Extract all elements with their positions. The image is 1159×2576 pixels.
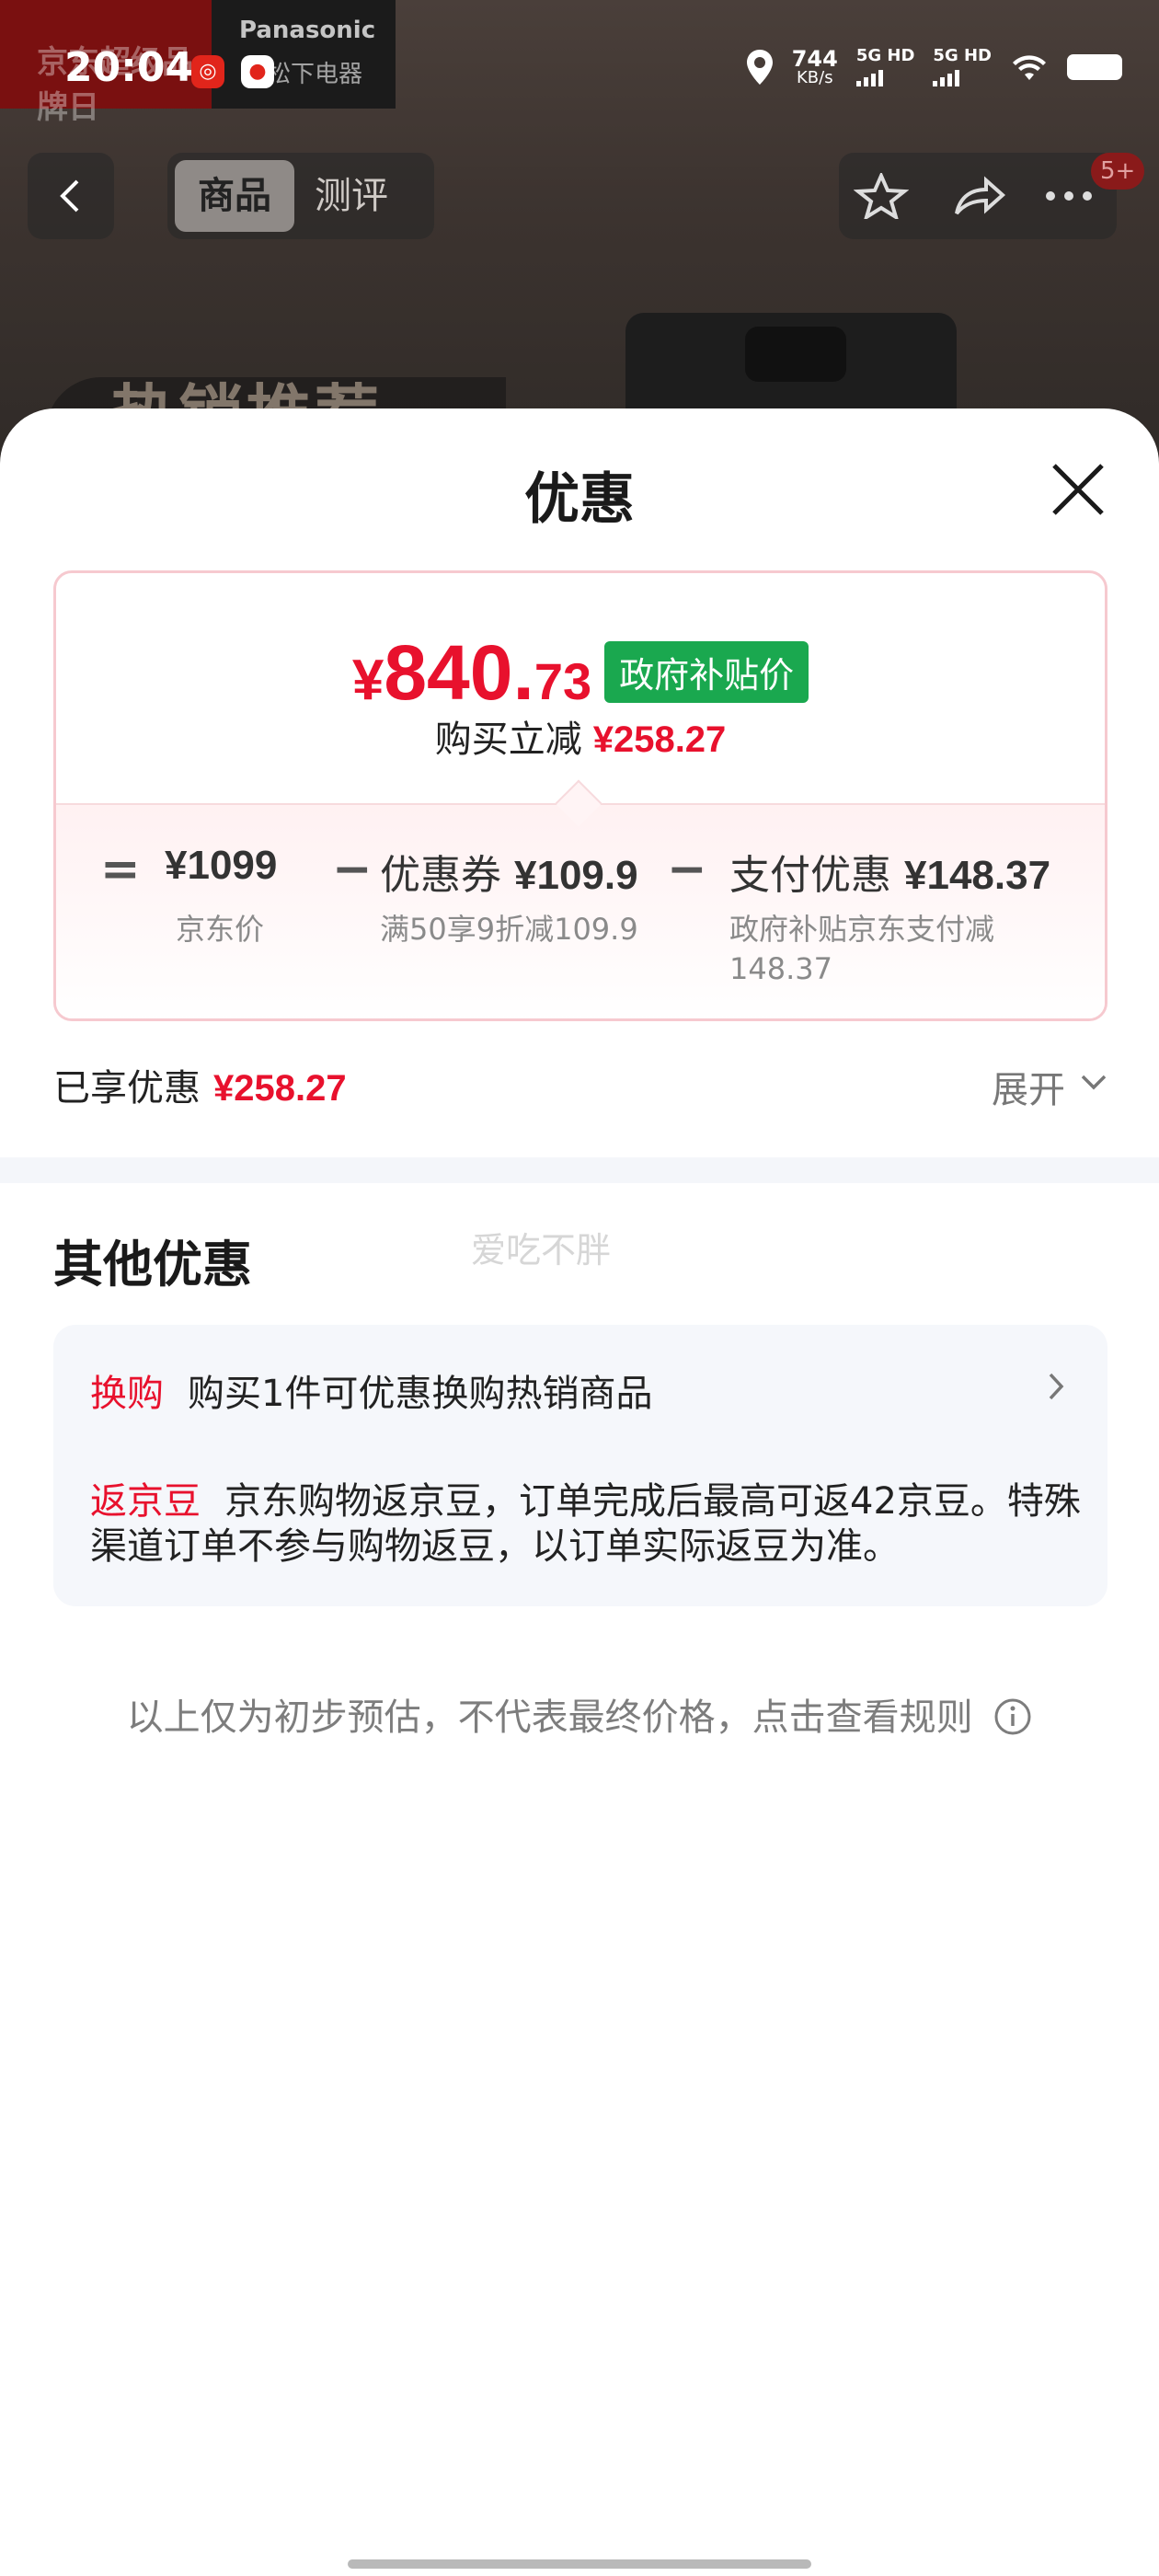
tab-review[interactable]: 测评 (315, 160, 425, 232)
swap-text: 购买1件可优惠换购热销商品 (188, 1373, 653, 1415)
signal-bars-icon (933, 68, 992, 86)
minus-sign: − (667, 842, 707, 897)
net-speed-value: 744 (791, 46, 838, 72)
coupon-value: 优惠券 ¥109.9 (380, 842, 638, 901)
share-icon[interactable] (951, 173, 1006, 219)
signal-2: 5G HD (933, 48, 992, 86)
location-icon (746, 50, 773, 85)
reduce-row: 购买立减 ¥258.27 (56, 709, 1105, 763)
close-icon[interactable] (1049, 460, 1107, 519)
chevron-down-icon (1081, 1075, 1107, 1090)
price-integer: 840. (384, 629, 534, 716)
coupon-amount: ¥109.9 (514, 853, 638, 898)
reduce-amount: ¥258.27 (592, 719, 727, 760)
sheet-title: 优惠 (524, 467, 635, 532)
info-icon[interactable] (993, 1697, 1032, 1736)
gov-subsidy-tag: 政府补贴价 (604, 641, 809, 703)
brand-panasonic-text: Panasonic (239, 17, 376, 44)
bean-tag: 返京豆 (90, 1480, 201, 1523)
other-discounts-box: 换购 购买1件可优惠换购热销商品 返京豆 京东购物返京豆，订单完成后最高可返42京豆… (53, 1325, 1107, 1606)
map-pin-app-icon: ● (241, 55, 274, 88)
payment-discount-amount: ¥148.37 (904, 853, 1051, 898)
back-button[interactable] (28, 153, 114, 239)
brand-panasonic-cn-text: 松下电器 (267, 61, 363, 88)
section-divider (0, 1157, 1159, 1183)
netease-music-icon: ◎ (191, 55, 224, 88)
status-bar: 京东超级品牌日 Panasonic 松下电器 20:04 ◎ ● 744 KB/… (0, 0, 1159, 126)
top-actions (839, 153, 1117, 239)
payment-discount-label: 支付优惠 (729, 852, 891, 899)
jd-price-desc: 京东价 (176, 912, 265, 947)
bean-offer-row: 返京豆 京东购物返京豆，订单完成后最高可返42京豆。特殊渠道订单不参与购物返豆，以… (90, 1479, 1084, 1570)
product-image-cap (745, 327, 846, 382)
wifi-icon (1013, 55, 1046, 80)
chevron-left-icon (60, 179, 79, 213)
signal-2-label: 5G HD (933, 46, 992, 65)
enjoyed-discount: 已享优惠 ¥258.27 (53, 1058, 347, 1111)
price-calculation: = ¥1099 京东价 − 优惠券 ¥109.9 满50享9折减109.9 − … (56, 803, 1105, 1018)
status-indicators: 744 KB/s 5G HD 5G HD (746, 48, 1122, 86)
payment-discount-value: 支付优惠 ¥148.37 (729, 842, 1050, 901)
expand-button[interactable]: 展开 (992, 1060, 1107, 1113)
enjoyed-label: 已享优惠 (53, 1067, 201, 1110)
clock: 20:04 (64, 44, 194, 91)
message-badge: 5+ (1091, 153, 1145, 190)
expand-label: 展开 (992, 1069, 1065, 1111)
net-speed-unit: KB/s (796, 68, 833, 87)
footnote-text: 以上仅为初步预估，不代表最终价格，点击查看规则 (126, 1696, 973, 1739)
other-discounts-title: 其他优惠 (53, 1236, 252, 1294)
enjoyed-amount: ¥258.27 (213, 1068, 347, 1109)
battery-icon (1067, 54, 1122, 80)
price-currency: ¥ (351, 649, 384, 712)
brand-logo-panasonic: Panasonic 松下电器 (212, 0, 396, 109)
price-summary: ¥840.73 政府补贴价 购买立减 ¥258.27 (56, 573, 1105, 803)
jd-price-value: ¥1099 (165, 842, 277, 889)
bean-text: 京东购物返京豆，订单完成后最高可返42京豆。特殊渠道订单不参与购物返豆，以订单实… (90, 1480, 1081, 1568)
minus-sign: − (332, 842, 373, 897)
more-icon[interactable] (1041, 173, 1096, 219)
product-tabs: 商品 测评 (167, 153, 434, 239)
reduce-label: 购买立减 (434, 719, 582, 761)
coupon-label: 优惠券 (380, 852, 501, 899)
signal-1: 5G HD (855, 46, 915, 86)
swap-offer-row[interactable]: 换购 购买1件可优惠换购热销商品 (90, 1363, 652, 1417)
chevron-right-icon[interactable] (1047, 1371, 1065, 1402)
payment-discount-desc: 政府补贴京东支付减148.37 (729, 912, 995, 987)
watermark: 爱吃不胖 (471, 1230, 612, 1271)
jd-price-amount: ¥1099 (165, 843, 278, 888)
network-speed: 744 KB/s (792, 48, 838, 86)
price-breakdown-card: ¥840.73 政府补贴价 购买立减 ¥258.27 = ¥1099 京东价 − … (53, 570, 1107, 1021)
final-price: ¥840.73 (352, 628, 591, 718)
rules-footnote[interactable]: 以上仅为初步预估，不代表最终价格，点击查看规则 (0, 1687, 1159, 1741)
swap-tag: 换购 (90, 1373, 164, 1415)
coupon-desc: 满50享9折减109.9 (380, 912, 638, 947)
price-decimal: 73 (534, 652, 592, 710)
signal-1-label: 5G HD (855, 46, 915, 65)
tab-product[interactable]: 商品 (175, 160, 294, 232)
signal-bars-icon (855, 68, 915, 86)
star-icon[interactable] (854, 173, 909, 219)
equals-sign: = (100, 842, 141, 897)
final-price-row: ¥840.73 政府补贴价 (56, 628, 1105, 718)
home-indicator[interactable] (348, 2559, 811, 2569)
